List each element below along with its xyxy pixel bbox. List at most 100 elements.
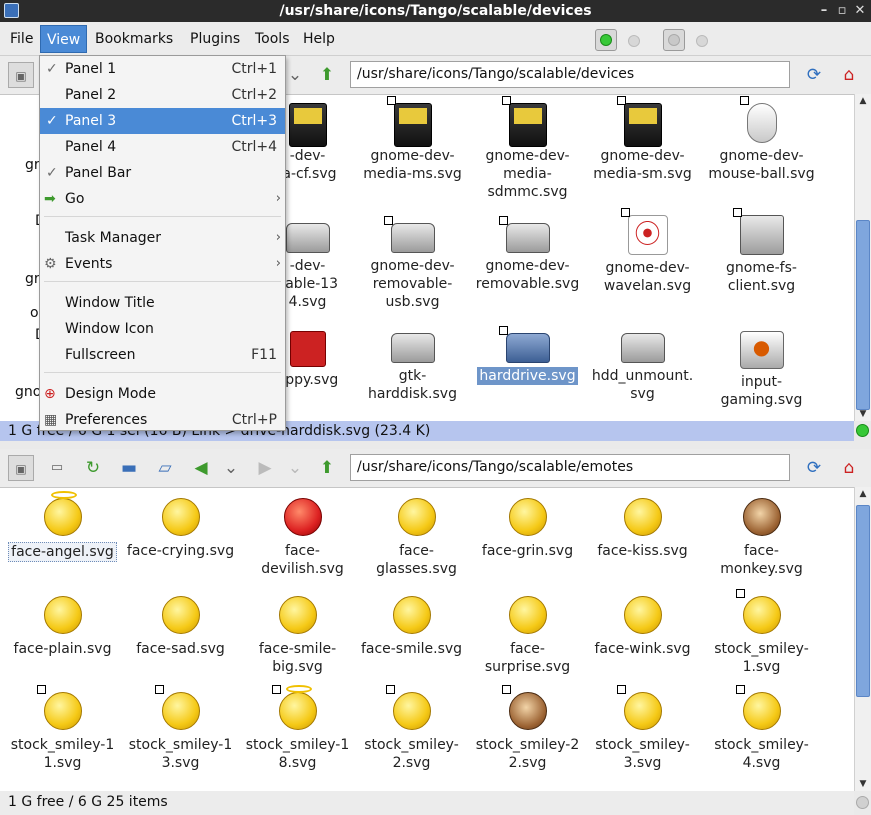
close-icon[interactable]: ✕ — [851, 2, 869, 20]
scrollbar-top[interactable]: ▲ ▼ — [854, 94, 871, 421]
file-item[interactable]: stock_smiley-2 2.svg — [470, 685, 585, 772]
file-item[interactable]: stock_smiley- 4.svg — [704, 685, 819, 772]
scroll-down-icon[interactable]: ▼ — [855, 407, 871, 421]
file-item[interactable]: face- monkey.svg — [704, 498, 819, 578]
menu-tools[interactable]: Tools — [249, 25, 296, 53]
maximize-icon[interactable]: ▫ — [833, 2, 851, 20]
file-item[interactable]: stock_smiley-1 1.svg — [5, 685, 120, 772]
panel-indicator[interactable] — [628, 35, 640, 47]
file-item[interactable]: stock_smiley-1 3.svg — [123, 685, 238, 772]
menu-panel-3[interactable]: ✓ Panel 3 Ctrl+3 — [40, 108, 285, 134]
menu-task-manager[interactable]: Task Manager › — [40, 225, 285, 251]
go-arrow-icon: ➡ — [44, 191, 56, 207]
app-icon — [4, 3, 19, 18]
home-icon[interactable]: ⌂ — [836, 62, 862, 88]
folder-icon[interactable]: ▬ — [116, 455, 142, 481]
file-item[interactable]: harddrive.svg — [470, 326, 585, 385]
file-item[interactable]: stock_smiley- 3.svg — [585, 685, 700, 772]
menu-window-title[interactable]: Window Title — [40, 290, 285, 316]
new-folder-icon[interactable]: ▱ — [152, 455, 178, 481]
file-item[interactable]: gnome-dev- media-ms.svg — [355, 96, 470, 183]
panel-led-active[interactable] — [595, 29, 617, 51]
file-item[interactable]: face-smile.svg — [354, 596, 469, 658]
panel-indicator-2[interactable] — [696, 35, 708, 47]
back-dropdown-icon[interactable]: ⌄ — [218, 455, 244, 481]
file-item[interactable]: stock_smiley- 1.svg — [704, 589, 819, 676]
back-arrow-icon[interactable]: ◀ — [188, 455, 214, 481]
menu-separator — [44, 216, 281, 217]
file-item[interactable]: face-sad.svg — [123, 596, 238, 658]
face-monkey-icon — [742, 498, 781, 536]
menu-file[interactable]: File — [4, 25, 39, 53]
file-item[interactable]: face- surprise.svg — [470, 596, 585, 676]
refresh-icon[interactable]: ⟳ — [801, 455, 827, 481]
preferences-icon: ▦ — [44, 412, 58, 428]
menu-preferences[interactable]: ▦ Preferences Ctrl+P — [40, 407, 285, 433]
file-item[interactable]: gtk- harddisk.svg — [355, 331, 470, 403]
menu-go[interactable]: ➡ Go › — [40, 186, 285, 212]
panel-led[interactable] — [663, 29, 685, 51]
refresh-icon[interactable]: ⟳ — [801, 62, 827, 88]
stock-smiley-icon — [385, 685, 431, 730]
file-item[interactable]: face-smile- big.svg — [240, 596, 355, 676]
menu-panel-1[interactable]: ✓ Panel 1 Ctrl+1 — [40, 56, 285, 82]
reload-icon[interactable]: ↻ — [80, 455, 106, 481]
menu-panel-bar[interactable]: ✓ Panel Bar — [40, 160, 285, 186]
scroll-down-icon[interactable]: ▼ — [855, 777, 871, 791]
scroll-up-icon[interactable]: ▲ — [855, 487, 871, 501]
menu-plugins[interactable]: Plugins — [184, 25, 246, 53]
scroll-thumb[interactable] — [856, 505, 870, 697]
stock-smiley-icon — [154, 685, 200, 730]
scroll-up-icon[interactable]: ▲ — [855, 94, 871, 108]
file-item[interactable]: face-kiss.svg — [585, 498, 700, 560]
menu-window-icon[interactable]: Window Icon — [40, 316, 285, 342]
view-mode-icon[interactable]: ▣ — [8, 455, 34, 481]
face-surprise-icon — [508, 596, 547, 634]
file-item[interactable]: stock_smiley-1 8.svg — [240, 685, 355, 772]
joystick-icon: ● — [739, 331, 784, 369]
face-smile-icon — [392, 596, 431, 634]
file-item[interactable]: stock_smiley- 2.svg — [354, 685, 469, 772]
partial-label: gr — [25, 271, 40, 287]
file-item[interactable]: ⦿ gnome-dev- wavelan.svg — [590, 208, 705, 295]
file-item[interactable]: face- glasses.svg — [359, 498, 474, 578]
file-item[interactable]: gnome-dev- removable- usb.svg — [355, 215, 470, 311]
menubar: File View Bookmarks Plugins Tools Help — [0, 22, 871, 56]
harddisk-icon — [390, 333, 435, 363]
minimize-icon[interactable]: – — [815, 2, 833, 20]
file-item[interactable]: gnome-dev- media-sm.svg — [585, 96, 700, 183]
file-item[interactable]: gnome-dev- media- sdmmc.svg — [470, 96, 585, 201]
scroll-thumb[interactable] — [856, 220, 870, 410]
file-item[interactable]: gnome-dev- mouse-ball.svg — [704, 96, 819, 183]
menu-view[interactable]: View — [40, 25, 88, 53]
path-bar-bottom[interactable]: /usr/share/icons/Tango/scalable/emotes — [350, 454, 790, 481]
menu-events[interactable]: ⚙ Events › — [40, 251, 285, 277]
drive-icon[interactable]: ▭ — [44, 455, 70, 481]
menu-panel-4[interactable]: Panel 4 Ctrl+4 — [40, 134, 285, 160]
file-item[interactable]: hdd_unmount. svg — [585, 331, 700, 403]
menu-fullscreen[interactable]: Fullscreen F11 — [40, 342, 285, 368]
menu-help[interactable]: Help — [297, 25, 341, 53]
scrollbar-bottom[interactable]: ▲ ▼ — [854, 487, 871, 791]
file-item[interactable]: gnome-dev- removable.svg — [470, 215, 585, 293]
face-grin-icon — [508, 498, 547, 536]
file-item[interactable]: ● input- gaming.svg — [704, 331, 819, 409]
file-item[interactable]: face-plain.svg — [5, 596, 120, 658]
menu-panel-2[interactable]: Panel 2 Ctrl+2 — [40, 82, 285, 108]
forward-dropdown-icon[interactable]: ⌄ — [282, 455, 308, 481]
file-item[interactable]: face-wink.svg — [585, 596, 700, 658]
menu-bookmarks[interactable]: Bookmarks — [89, 25, 179, 53]
path-bar-top[interactable]: /usr/share/icons/Tango/scalable/devices — [350, 61, 790, 88]
menu-design-mode[interactable]: ⊕ Design Mode — [40, 381, 285, 407]
file-item[interactable]: face-angel.svg — [5, 491, 120, 562]
up-arrow-icon[interactable]: ⬆ — [314, 455, 340, 481]
home-icon[interactable]: ⌂ — [836, 455, 862, 481]
bottom-toolbar: ▣ ▭ ↻ ▬ ▱ ◀ ⌄ ▶ ⌄ ⬆ /usr/share/icons/Tan… — [0, 449, 871, 487]
forward-arrow-icon[interactable]: ▶ — [252, 455, 278, 481]
up-arrow-icon[interactable]: ⬆ — [314, 62, 340, 88]
file-item[interactable]: face- devilish.svg — [245, 498, 360, 578]
view-mode-icon[interactable]: ▣ — [8, 62, 34, 88]
file-item[interactable]: face-grin.svg — [470, 498, 585, 560]
file-item[interactable]: gnome-fs- client.svg — [704, 208, 819, 295]
file-item[interactable]: face-crying.svg — [123, 498, 238, 560]
